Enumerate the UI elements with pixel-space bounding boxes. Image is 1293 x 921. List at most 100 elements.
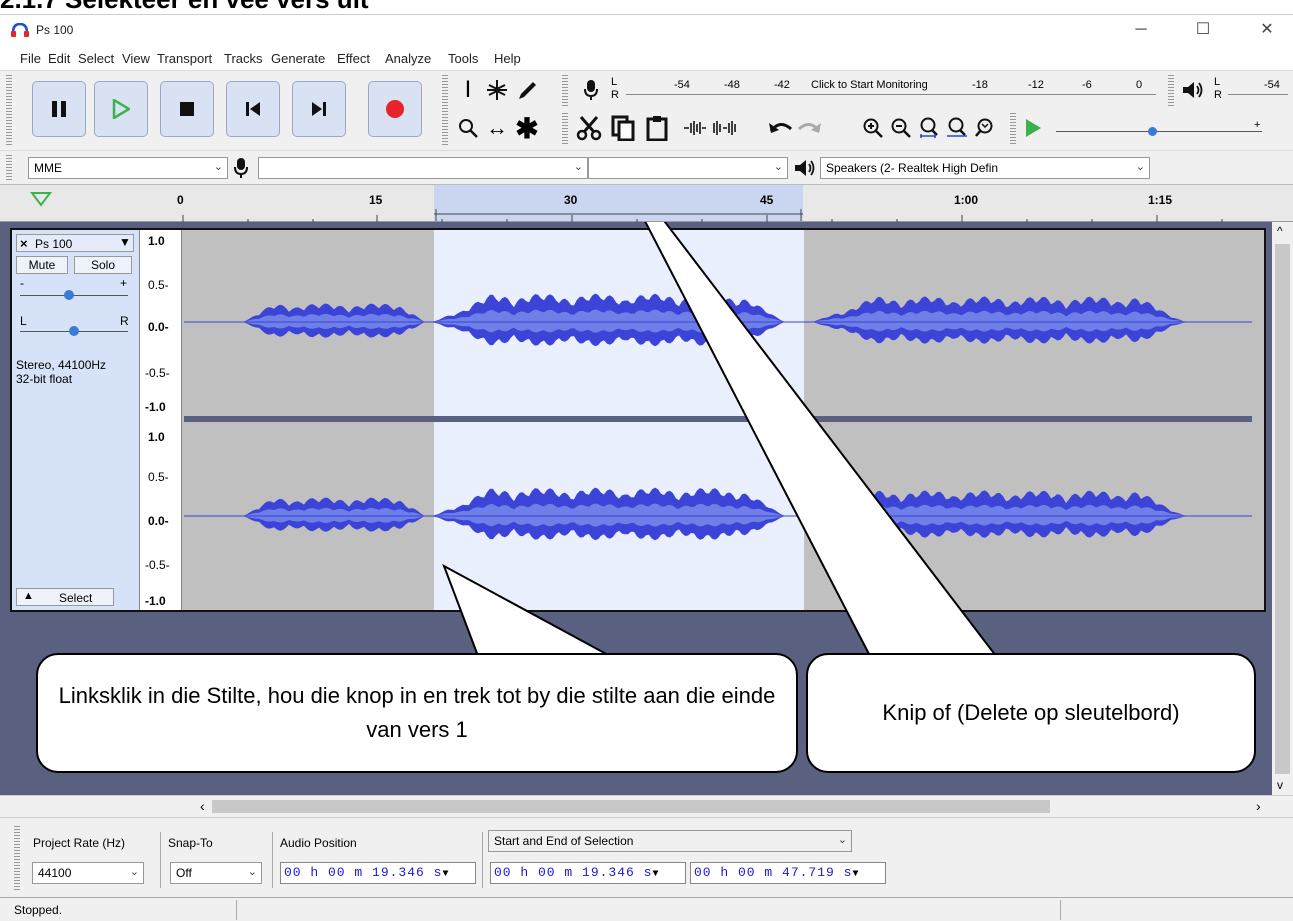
skip-start-button[interactable] bbox=[226, 81, 280, 137]
recording-device-select[interactable]: ⌄ bbox=[258, 157, 588, 179]
play-at-speed-icon[interactable] bbox=[1020, 115, 1046, 141]
menu-edit[interactable]: Edit bbox=[48, 51, 70, 66]
timeline-ruler[interactable]: 0 15 30 45 1:00 1:15 bbox=[0, 184, 1293, 223]
menu-effect[interactable]: Effect bbox=[337, 51, 370, 66]
headphones-icon bbox=[11, 23, 29, 37]
toolbar-grip[interactable] bbox=[562, 75, 568, 107]
callout-cut-instruction: Knip of (Delete op sleutelbord) bbox=[806, 653, 1256, 773]
minimize-button[interactable]: ─ bbox=[1119, 15, 1163, 45]
play-button[interactable] bbox=[94, 81, 148, 137]
menu-file[interactable]: File bbox=[20, 51, 41, 66]
time-format-dropdown-icon[interactable]: ▼ bbox=[652, 869, 659, 880]
play-speed-slider[interactable]: + bbox=[1056, 119, 1262, 137]
scroll-up-icon[interactable]: ^ bbox=[1277, 224, 1283, 238]
paste-icon[interactable] bbox=[644, 115, 670, 141]
audio-position-time[interactable]: 00 h 00 m 19.346 s▼ bbox=[280, 862, 476, 884]
audio-position-label: Audio Position bbox=[280, 836, 357, 850]
horizontal-scroll-thumb[interactable] bbox=[212, 800, 1050, 813]
scroll-right-icon[interactable]: › bbox=[1256, 798, 1261, 814]
copy-icon[interactable] bbox=[610, 115, 636, 141]
selection-start-time[interactable]: 00 h 00 m 19.346 s▼ bbox=[490, 862, 686, 884]
chevron-down-icon: ⌄ bbox=[773, 161, 783, 173]
close-button[interactable]: ✕ bbox=[1245, 15, 1289, 45]
menu-help[interactable]: Help bbox=[494, 51, 521, 66]
meter-left-label: L bbox=[611, 76, 618, 88]
recording-channels-select[interactable]: ⌄ bbox=[588, 157, 788, 179]
menu-tools[interactable]: Tools bbox=[448, 51, 478, 66]
ruler-tick-label: 15 bbox=[369, 193, 383, 207]
play-meter-right-label: R bbox=[1214, 89, 1222, 101]
pause-button[interactable] bbox=[32, 81, 86, 137]
time-format-dropdown-icon[interactable]: ▼ bbox=[852, 869, 859, 880]
record-button[interactable] bbox=[368, 81, 422, 137]
callout-select-instruction: Linksklik in die Stilte, hou die knop in… bbox=[36, 653, 798, 773]
playback-meter[interactable]: -54 bbox=[1228, 77, 1288, 95]
chevron-down-icon: ⌄ bbox=[247, 866, 257, 878]
speaker-icon bbox=[792, 155, 818, 181]
timeline-options-icon[interactable] bbox=[30, 191, 52, 207]
selection-mode-select[interactable]: Start and End of Selection ⌄ bbox=[488, 830, 852, 852]
tracks-area[interactable]: × Ps 100 ▼ Mute Solo - + L R Stereo, 441… bbox=[0, 222, 1272, 795]
redo-icon[interactable] bbox=[796, 115, 822, 141]
menu-tracks[interactable]: Tracks bbox=[224, 51, 263, 66]
selection-end-time[interactable]: 00 h 00 m 47.719 s▼ bbox=[690, 862, 886, 884]
toolbar-grip[interactable] bbox=[1010, 113, 1016, 145]
multi-tool-icon[interactable]: ✱ bbox=[514, 113, 540, 144]
snap-to-select[interactable]: Off ⌄ bbox=[170, 862, 262, 884]
toolbar-grip[interactable] bbox=[14, 826, 20, 890]
toolbar-grip[interactable] bbox=[1168, 75, 1174, 107]
fit-selection-icon[interactable] bbox=[916, 115, 942, 141]
trim-icon[interactable] bbox=[682, 115, 708, 141]
menu-view[interactable]: View bbox=[122, 51, 150, 66]
toolbar-grip[interactable] bbox=[6, 75, 12, 147]
scroll-left-icon[interactable]: ‹ bbox=[200, 798, 205, 814]
status-text: Stopped. bbox=[14, 903, 63, 917]
toolbar-grip[interactable] bbox=[6, 155, 12, 181]
device-toolbar: MME ⌄ ⌄ ⌄ Speakers (2- Realtek High Defin… bbox=[0, 150, 1293, 184]
timeshift-tool-icon[interactable]: ↔ bbox=[484, 115, 510, 141]
zoom-in-icon[interactable] bbox=[860, 115, 886, 141]
maximize-icon: ☐ bbox=[1195, 21, 1211, 38]
zoom-out-icon[interactable] bbox=[888, 115, 914, 141]
speaker-icon[interactable] bbox=[1180, 77, 1206, 103]
menu-generate[interactable]: Generate bbox=[271, 51, 325, 66]
stop-button[interactable] bbox=[160, 81, 214, 137]
document-heading: 2.1.7 Selekteer en vee vers uit bbox=[0, 0, 369, 15]
menu-analyze[interactable]: Analyze bbox=[385, 51, 431, 66]
skip-end-button[interactable] bbox=[292, 81, 346, 137]
cut-icon[interactable] bbox=[576, 115, 602, 141]
skip-start-icon bbox=[246, 102, 260, 116]
pause-icon bbox=[52, 101, 66, 117]
monitor-label[interactable]: Click to Start Monitoring bbox=[811, 79, 928, 91]
project-rate-select[interactable]: 44100 ⌄ bbox=[32, 862, 144, 884]
menu-transport[interactable]: Transport bbox=[157, 51, 212, 66]
chevron-down-icon: ⌄ bbox=[1135, 161, 1145, 173]
maximize-button[interactable]: ☐ bbox=[1181, 15, 1225, 45]
microphone-icon bbox=[228, 155, 254, 181]
zoom-toggle-icon[interactable] bbox=[972, 115, 998, 141]
toolbar-grip[interactable] bbox=[442, 75, 448, 147]
audio-host-select[interactable]: MME ⌄ bbox=[28, 157, 228, 179]
horizontal-scrollbar[interactable]: ‹ › bbox=[0, 795, 1293, 817]
undo-icon[interactable] bbox=[768, 115, 794, 141]
zoom-tool-icon[interactable] bbox=[455, 115, 481, 141]
skip-end-icon bbox=[312, 102, 326, 116]
meter-tick: -54 bbox=[1264, 79, 1280, 91]
fit-project-icon[interactable] bbox=[944, 115, 970, 141]
project-rate-value: 44100 bbox=[38, 866, 72, 880]
audacity-window: 2.1.7 Selekteer en vee vers uit Ps 100 ─… bbox=[0, 0, 1293, 921]
draw-tool-icon[interactable] bbox=[514, 77, 540, 103]
vertical-scrollbar[interactable]: ^ v bbox=[1272, 222, 1293, 795]
vertical-scroll-thumb[interactable] bbox=[1275, 244, 1290, 774]
audio-host-value: MME bbox=[34, 161, 62, 175]
toolbar-grip[interactable] bbox=[562, 113, 568, 145]
silence-icon[interactable] bbox=[712, 115, 738, 141]
envelope-tool-icon[interactable] bbox=[484, 77, 510, 103]
recording-meter[interactable]: -54 -48 -42 Click to Start Monitoring -1… bbox=[626, 77, 1156, 95]
scroll-down-icon[interactable]: v bbox=[1277, 778, 1283, 792]
time-format-dropdown-icon[interactable]: ▼ bbox=[442, 869, 449, 880]
playback-device-select[interactable]: Speakers (2- Realtek High Defin ⌄ bbox=[820, 157, 1150, 179]
menu-select[interactable]: Select bbox=[78, 51, 114, 66]
selection-tool-icon[interactable]: I bbox=[455, 76, 481, 103]
microphone-icon[interactable] bbox=[578, 77, 604, 103]
